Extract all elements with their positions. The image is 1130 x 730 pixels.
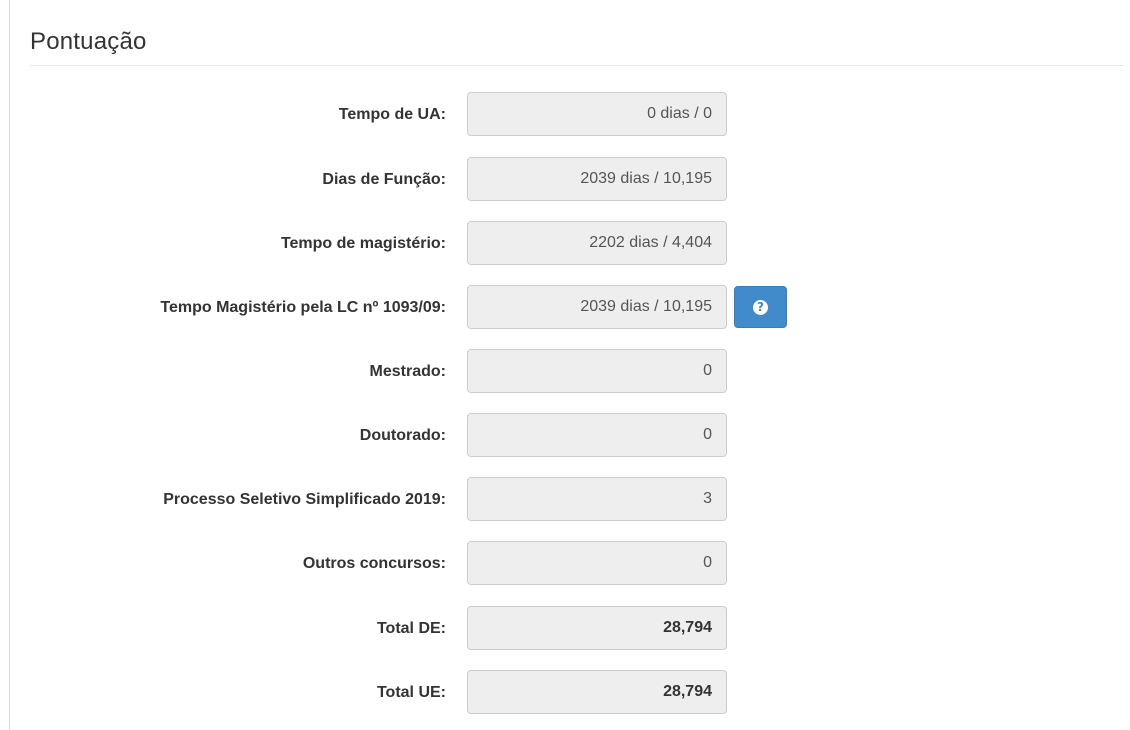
label-mestrado: Mestrado: (369, 363, 446, 380)
row-total-de: Total DE: 28,794 (0, 606, 1130, 652)
label-total-de: Total DE: (376, 620, 446, 637)
question-circle-icon: ? (753, 299, 768, 315)
label-tempo-magisterio-lc: Tempo Magistério pela LC nº 1093/09: (160, 299, 446, 316)
label-dias-de-funcao: Dias de Função: (322, 171, 446, 188)
field-total-de: 28,794 (467, 606, 727, 650)
label-outros-concursos: Outros concursos: (302, 555, 446, 572)
field-outros-concursos: 0 (467, 541, 727, 585)
label-tempo-de-magisterio: Tempo de magistério: (280, 235, 446, 252)
field-tempo-de-ua: 0 dias / 0 (467, 92, 727, 136)
pontuacao-panel: Pontuação Tempo de UA: 0 dias / 0 Dias d… (0, 0, 1130, 730)
field-mestrado: 0 (467, 349, 727, 393)
row-processo-seletivo: Processo Seletivo Simplificado 2019: 3 (0, 477, 1130, 523)
row-mestrado: Mestrado: 0 (0, 349, 1130, 395)
field-total-ue: 28,794 (467, 670, 727, 714)
field-processo-seletivo: 3 (467, 477, 727, 521)
field-dias-de-funcao: 2039 dias / 10,195 (467, 157, 727, 201)
row-total-ue: Total UE: 28,794 (0, 670, 1130, 716)
field-doutorado: 0 (467, 413, 727, 457)
help-button[interactable]: ? (734, 286, 787, 328)
label-doutorado: Doutorado: (359, 427, 446, 444)
title-divider (30, 65, 1123, 66)
field-tempo-magisterio-lc: 2039 dias / 10,195 (467, 285, 727, 329)
row-tempo-de-magisterio: Tempo de magistério: 2202 dias / 4,404 (0, 221, 1130, 267)
row-doutorado: Doutorado: 0 (0, 413, 1130, 459)
row-tempo-de-ua: Tempo de UA: 0 dias / 0 (0, 92, 1130, 138)
row-outros-concursos: Outros concursos: 0 (0, 541, 1130, 587)
row-dias-de-funcao: Dias de Função: 2039 dias / 10,195 (0, 157, 1130, 203)
section-title: Pontuação (30, 28, 147, 55)
label-processo-seletivo: Processo Seletivo Simplificado 2019: (163, 491, 446, 508)
field-tempo-de-magisterio: 2202 dias / 4,404 (467, 221, 727, 265)
row-tempo-magisterio-lc: Tempo Magistério pela LC nº 1093/09: 203… (0, 285, 1130, 331)
label-tempo-de-ua: Tempo de UA: (338, 106, 446, 123)
label-total-ue: Total UE: (376, 684, 446, 701)
